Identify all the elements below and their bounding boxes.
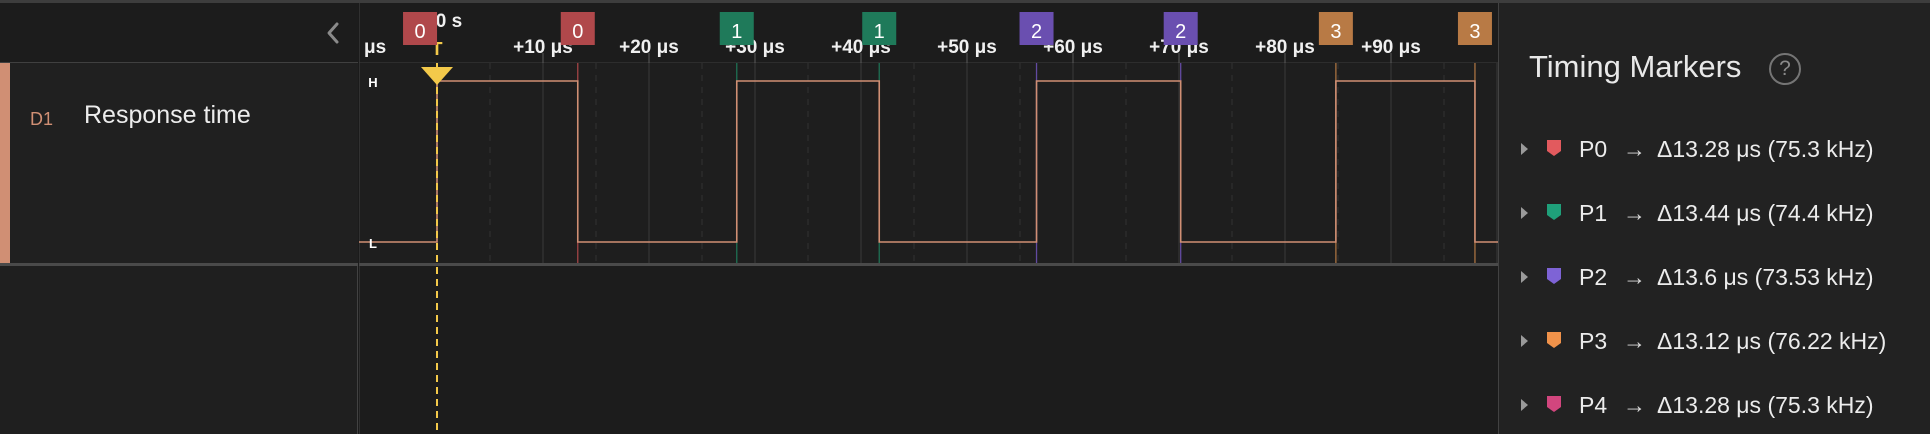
- marker-flag-icon: [1547, 140, 1561, 156]
- marker-name: P0: [1579, 136, 1608, 162]
- marker-flag-label: 1: [874, 21, 885, 43]
- expand-caret-icon[interactable]: [1521, 143, 1528, 155]
- marker-delta-value: Δ13.6 μs (73.53 kHz): [1657, 264, 1874, 290]
- question-circle-icon[interactable]: ?: [1769, 53, 1801, 85]
- expand-caret-icon[interactable]: [1521, 271, 1528, 283]
- marker-flag-label: 0: [414, 21, 425, 43]
- marker-flag[interactable]: 0: [560, 12, 595, 45]
- level-low-label: L: [369, 236, 377, 251]
- marker-name: P3: [1579, 328, 1608, 354]
- expand-caret-icon[interactable]: [1521, 207, 1528, 219]
- marker-flag-label: 0: [572, 21, 583, 43]
- channel-list-header: [0, 3, 358, 63]
- marker-name: P2: [1579, 264, 1608, 290]
- marker-row[interactable]: P3 → Δ13.12 μs (76.22 kHz): [1499, 317, 1930, 367]
- chevron-left-icon: [327, 22, 339, 44]
- tick-label: +50 μs: [937, 37, 997, 58]
- trigger-time-label: 0 s: [436, 11, 462, 32]
- channel-name[interactable]: Response time: [84, 101, 251, 130]
- marker-flag-icon: [1547, 332, 1561, 348]
- waveform-view[interactable]: HL 0 sT μs +10 μs +20 μs +30 μs +40 μs +50 μs…: [359, 3, 1499, 434]
- marker-name: P1: [1579, 200, 1608, 226]
- marker-flag[interactable]: 0: [403, 12, 438, 45]
- collapse-panel-button[interactable]: [318, 17, 348, 49]
- tick-label: +90 μs: [1361, 37, 1421, 58]
- tick-label: +80 μs: [1255, 37, 1315, 58]
- marker-row[interactable]: P2 → Δ13.6 μs (73.53 kHz): [1499, 253, 1930, 303]
- marker-flag-label: 3: [1469, 21, 1480, 43]
- marker-flag[interactable]: 2: [1019, 12, 1054, 45]
- channel-id: D1: [30, 109, 54, 129]
- marker-flag[interactable]: 2: [1163, 12, 1198, 45]
- marker-row[interactable]: P1 → Δ13.44 μs (74.4 kHz): [1499, 189, 1930, 239]
- marker-delta-value: Δ13.28 μs (75.3 kHz): [1657, 136, 1874, 162]
- channel-color-bar: [0, 63, 10, 263]
- timing-markers-panel: Timing Markers ? P0 → Δ13.28 μs (75.3 kHz)…: [1498, 3, 1930, 434]
- level-high-label: H: [368, 75, 377, 90]
- arrow-right-icon: →: [1623, 328, 1646, 354]
- marker-flag-label: 2: [1031, 21, 1042, 43]
- channel-lane-d1[interactable]: [359, 63, 1499, 263]
- marker-flag-label: 1: [731, 21, 742, 43]
- marker-flag-label: 2: [1175, 21, 1186, 43]
- marker-delta-value: Δ13.44 μs (74.4 kHz): [1657, 200, 1874, 226]
- arrow-right-icon: →: [1623, 264, 1646, 290]
- marker-flag[interactable]: 1: [719, 12, 754, 45]
- marker-flag[interactable]: 1: [862, 12, 897, 45]
- marker-flag[interactable]: 3: [1457, 12, 1492, 45]
- time-unit-label: μs: [364, 37, 386, 58]
- channel-row-divider: [0, 263, 358, 266]
- marker-delta-value: Δ13.12 μs (76.22 kHz): [1657, 328, 1887, 354]
- arrow-right-icon: →: [1623, 136, 1646, 162]
- tick-label: +20 μs: [619, 37, 679, 58]
- marker-flag-icon: [1547, 396, 1561, 412]
- marker-row[interactable]: P0 → Δ13.28 μs (75.3 kHz): [1499, 125, 1930, 175]
- marker-flag[interactable]: 3: [1318, 12, 1353, 45]
- marker-name: P4: [1579, 392, 1608, 418]
- expand-caret-icon[interactable]: [1521, 399, 1528, 411]
- channel-row-d1[interactable]: D1 Response time: [0, 63, 358, 263]
- marker-row[interactable]: P4 → Δ13.28 μs (75.3 kHz): [1499, 381, 1930, 431]
- expand-caret-icon[interactable]: [1521, 335, 1528, 347]
- channel-list: D1 Response time: [0, 3, 358, 434]
- marker-flag-icon: [1547, 268, 1561, 284]
- marker-flag-label: 3: [1330, 21, 1341, 43]
- marker-delta-value: Δ13.28 μs (75.3 kHz): [1657, 392, 1874, 418]
- arrow-right-icon: →: [1623, 200, 1646, 226]
- marker-flag-icon: [1547, 204, 1561, 220]
- panel-title: Timing Markers: [1529, 49, 1742, 84]
- arrow-right-icon: →: [1623, 392, 1646, 418]
